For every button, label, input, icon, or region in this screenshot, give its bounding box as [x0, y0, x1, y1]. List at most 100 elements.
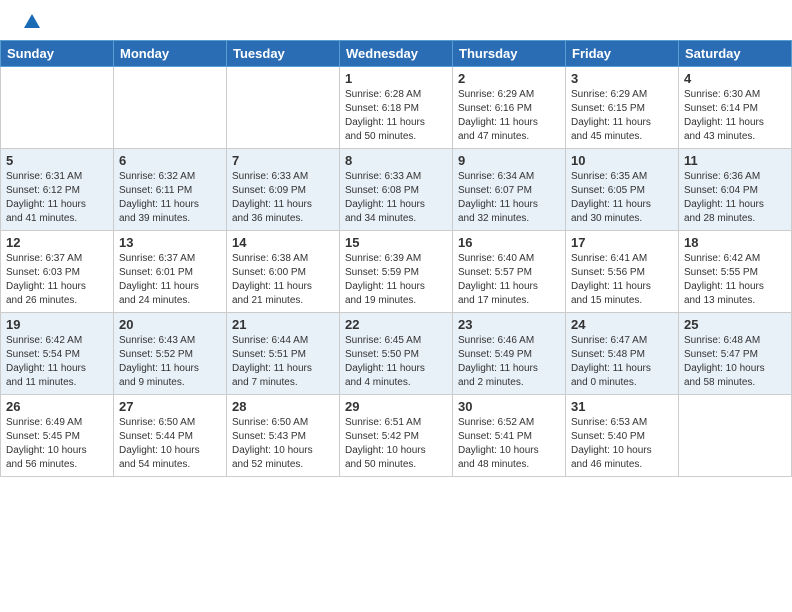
cell-info: Sunrise: 6:50 AM Sunset: 5:43 PM Dayligh… — [232, 416, 334, 472]
cell-info: Sunrise: 6:37 AM Sunset: 6:01 PM Dayligh… — [119, 252, 221, 308]
calendar-cell: 20 Sunrise: 6:43 AM Sunset: 5:52 PM Dayli… — [114, 313, 227, 395]
cell-info: Sunrise: 6:48 AM Sunset: 5:47 PM Dayligh… — [684, 334, 786, 390]
calendar-cell: 10 Sunrise: 6:35 AM Sunset: 6:05 PM Dayli… — [566, 149, 679, 231]
cell-info: Sunrise: 6:41 AM Sunset: 5:56 PM Dayligh… — [571, 252, 673, 308]
day-number: 6 — [119, 153, 221, 168]
calendar-cell: 1 Sunrise: 6:28 AM Sunset: 6:18 PM Daylig… — [340, 67, 453, 149]
day-number: 18 — [684, 235, 786, 250]
calendar-cell: 12 Sunrise: 6:37 AM Sunset: 6:03 PM Dayli… — [1, 231, 114, 313]
calendar-cell: 9 Sunrise: 6:34 AM Sunset: 6:07 PM Daylig… — [453, 149, 566, 231]
calendar-cell: 24 Sunrise: 6:47 AM Sunset: 5:48 PM Dayli… — [566, 313, 679, 395]
weekday-header: Tuesday — [227, 41, 340, 67]
cell-info: Sunrise: 6:32 AM Sunset: 6:11 PM Dayligh… — [119, 170, 221, 226]
calendar-cell — [679, 395, 792, 477]
cell-info: Sunrise: 6:52 AM Sunset: 5:41 PM Dayligh… — [458, 416, 560, 472]
calendar-cell: 17 Sunrise: 6:41 AM Sunset: 5:56 PM Dayli… — [566, 231, 679, 313]
logo — [20, 16, 42, 32]
calendar-cell: 2 Sunrise: 6:29 AM Sunset: 6:16 PM Daylig… — [453, 67, 566, 149]
day-number: 24 — [571, 317, 673, 332]
cell-info: Sunrise: 6:35 AM Sunset: 6:05 PM Dayligh… — [571, 170, 673, 226]
day-number: 28 — [232, 399, 334, 414]
cell-info: Sunrise: 6:43 AM Sunset: 5:52 PM Dayligh… — [119, 334, 221, 390]
day-number: 17 — [571, 235, 673, 250]
day-number: 16 — [458, 235, 560, 250]
day-number: 21 — [232, 317, 334, 332]
cell-info: Sunrise: 6:51 AM Sunset: 5:42 PM Dayligh… — [345, 416, 447, 472]
calendar-week-row: 19 Sunrise: 6:42 AM Sunset: 5:54 PM Dayli… — [1, 313, 792, 395]
cell-info: Sunrise: 6:42 AM Sunset: 5:54 PM Dayligh… — [6, 334, 108, 390]
cell-info: Sunrise: 6:50 AM Sunset: 5:44 PM Dayligh… — [119, 416, 221, 472]
weekday-header: Wednesday — [340, 41, 453, 67]
calendar-cell: 26Sunrise: 6:49 AM Sunset: 5:45 PM Dayli… — [1, 395, 114, 477]
logo-icon — [22, 12, 42, 32]
calendar-cell: 21 Sunrise: 6:44 AM Sunset: 5:51 PM Dayli… — [227, 313, 340, 395]
day-number: 12 — [6, 235, 108, 250]
calendar-cell: 28 Sunrise: 6:50 AM Sunset: 5:43 PM Dayli… — [227, 395, 340, 477]
cell-info: Sunrise: 6:28 AM Sunset: 6:18 PM Dayligh… — [345, 88, 447, 144]
day-number: 4 — [684, 71, 786, 86]
calendar-cell: 14 Sunrise: 6:38 AM Sunset: 6:00 PM Dayli… — [227, 231, 340, 313]
day-number: 31 — [571, 399, 673, 414]
day-number: 25 — [684, 317, 786, 332]
cell-info: Sunrise: 6:33 AM Sunset: 6:08 PM Dayligh… — [345, 170, 447, 226]
cell-info: Sunrise: 6:45 AM Sunset: 5:50 PM Dayligh… — [345, 334, 447, 390]
calendar-cell: 16 Sunrise: 6:40 AM Sunset: 5:57 PM Dayli… — [453, 231, 566, 313]
day-number: 19 — [6, 317, 108, 332]
cell-info: Sunrise: 6:46 AM Sunset: 5:49 PM Dayligh… — [458, 334, 560, 390]
cell-info: Sunrise: 6:40 AM Sunset: 5:57 PM Dayligh… — [458, 252, 560, 308]
cell-info: Sunrise: 6:33 AM Sunset: 6:09 PM Dayligh… — [232, 170, 334, 226]
day-number: 29 — [345, 399, 447, 414]
cell-info: Sunrise: 6:34 AM Sunset: 6:07 PM Dayligh… — [458, 170, 560, 226]
cell-info: Sunrise: 6:29 AM Sunset: 6:16 PM Dayligh… — [458, 88, 560, 144]
calendar-week-row: 1 Sunrise: 6:28 AM Sunset: 6:18 PM Daylig… — [1, 67, 792, 149]
calendar-cell: 29 Sunrise: 6:51 AM Sunset: 5:42 PM Dayli… — [340, 395, 453, 477]
calendar-cell: 4Sunrise: 6:30 AM Sunset: 6:14 PM Daylig… — [679, 67, 792, 149]
calendar-cell: 13 Sunrise: 6:37 AM Sunset: 6:01 PM Dayli… — [114, 231, 227, 313]
day-number: 7 — [232, 153, 334, 168]
weekday-header: Monday — [114, 41, 227, 67]
calendar-cell — [227, 67, 340, 149]
calendar-table: SundayMondayTuesdayWednesdayThursdayFrid… — [0, 40, 792, 477]
day-number: 11 — [684, 153, 786, 168]
cell-info: Sunrise: 6:36 AM Sunset: 6:04 PM Dayligh… — [684, 170, 786, 226]
weekday-header: Sunday — [1, 41, 114, 67]
calendar-cell: 19 Sunrise: 6:42 AM Sunset: 5:54 PM Dayli… — [1, 313, 114, 395]
day-number: 9 — [458, 153, 560, 168]
day-number: 20 — [119, 317, 221, 332]
day-number: 3 — [571, 71, 673, 86]
day-number: 5 — [6, 153, 108, 168]
day-number: 15 — [345, 235, 447, 250]
calendar-cell: 8Sunrise: 6:33 AM Sunset: 6:08 PM Daylig… — [340, 149, 453, 231]
day-number: 1 — [345, 71, 447, 86]
calendar-cell: 30Sunrise: 6:52 AM Sunset: 5:41 PM Dayli… — [453, 395, 566, 477]
calendar-cell — [114, 67, 227, 149]
weekday-header: Friday — [566, 41, 679, 67]
weekday-header: Thursday — [453, 41, 566, 67]
calendar-cell — [1, 67, 114, 149]
calendar-cell: 6 Sunrise: 6:32 AM Sunset: 6:11 PM Daylig… — [114, 149, 227, 231]
day-number: 2 — [458, 71, 560, 86]
day-number: 22 — [345, 317, 447, 332]
day-number: 26 — [6, 399, 108, 414]
cell-info: Sunrise: 6:44 AM Sunset: 5:51 PM Dayligh… — [232, 334, 334, 390]
calendar-cell: 11 Sunrise: 6:36 AM Sunset: 6:04 PM Dayli… — [679, 149, 792, 231]
calendar-cell: 23 Sunrise: 6:46 AM Sunset: 5:49 PM Dayli… — [453, 313, 566, 395]
calendar-cell: 25 Sunrise: 6:48 AM Sunset: 5:47 PM Dayli… — [679, 313, 792, 395]
day-number: 23 — [458, 317, 560, 332]
day-number: 14 — [232, 235, 334, 250]
calendar-cell: 3 Sunrise: 6:29 AM Sunset: 6:15 PM Daylig… — [566, 67, 679, 149]
calendar-header-row: SundayMondayTuesdayWednesdayThursdayFrid… — [1, 41, 792, 67]
cell-info: Sunrise: 6:29 AM Sunset: 6:15 PM Dayligh… — [571, 88, 673, 144]
cell-info: Sunrise: 6:42 AM Sunset: 5:55 PM Dayligh… — [684, 252, 786, 308]
calendar-cell: 27 Sunrise: 6:50 AM Sunset: 5:44 PM Dayli… — [114, 395, 227, 477]
day-number: 10 — [571, 153, 673, 168]
cell-info: Sunrise: 6:47 AM Sunset: 5:48 PM Dayligh… — [571, 334, 673, 390]
weekday-header: Saturday — [679, 41, 792, 67]
cell-info: Sunrise: 6:38 AM Sunset: 6:00 PM Dayligh… — [232, 252, 334, 308]
calendar-cell: 5Sunrise: 6:31 AM Sunset: 6:12 PM Daylig… — [1, 149, 114, 231]
day-number: 27 — [119, 399, 221, 414]
cell-info: Sunrise: 6:53 AM Sunset: 5:40 PM Dayligh… — [571, 416, 673, 472]
day-number: 13 — [119, 235, 221, 250]
cell-info: Sunrise: 6:37 AM Sunset: 6:03 PM Dayligh… — [6, 252, 108, 308]
calendar-cell: 7 Sunrise: 6:33 AM Sunset: 6:09 PM Daylig… — [227, 149, 340, 231]
